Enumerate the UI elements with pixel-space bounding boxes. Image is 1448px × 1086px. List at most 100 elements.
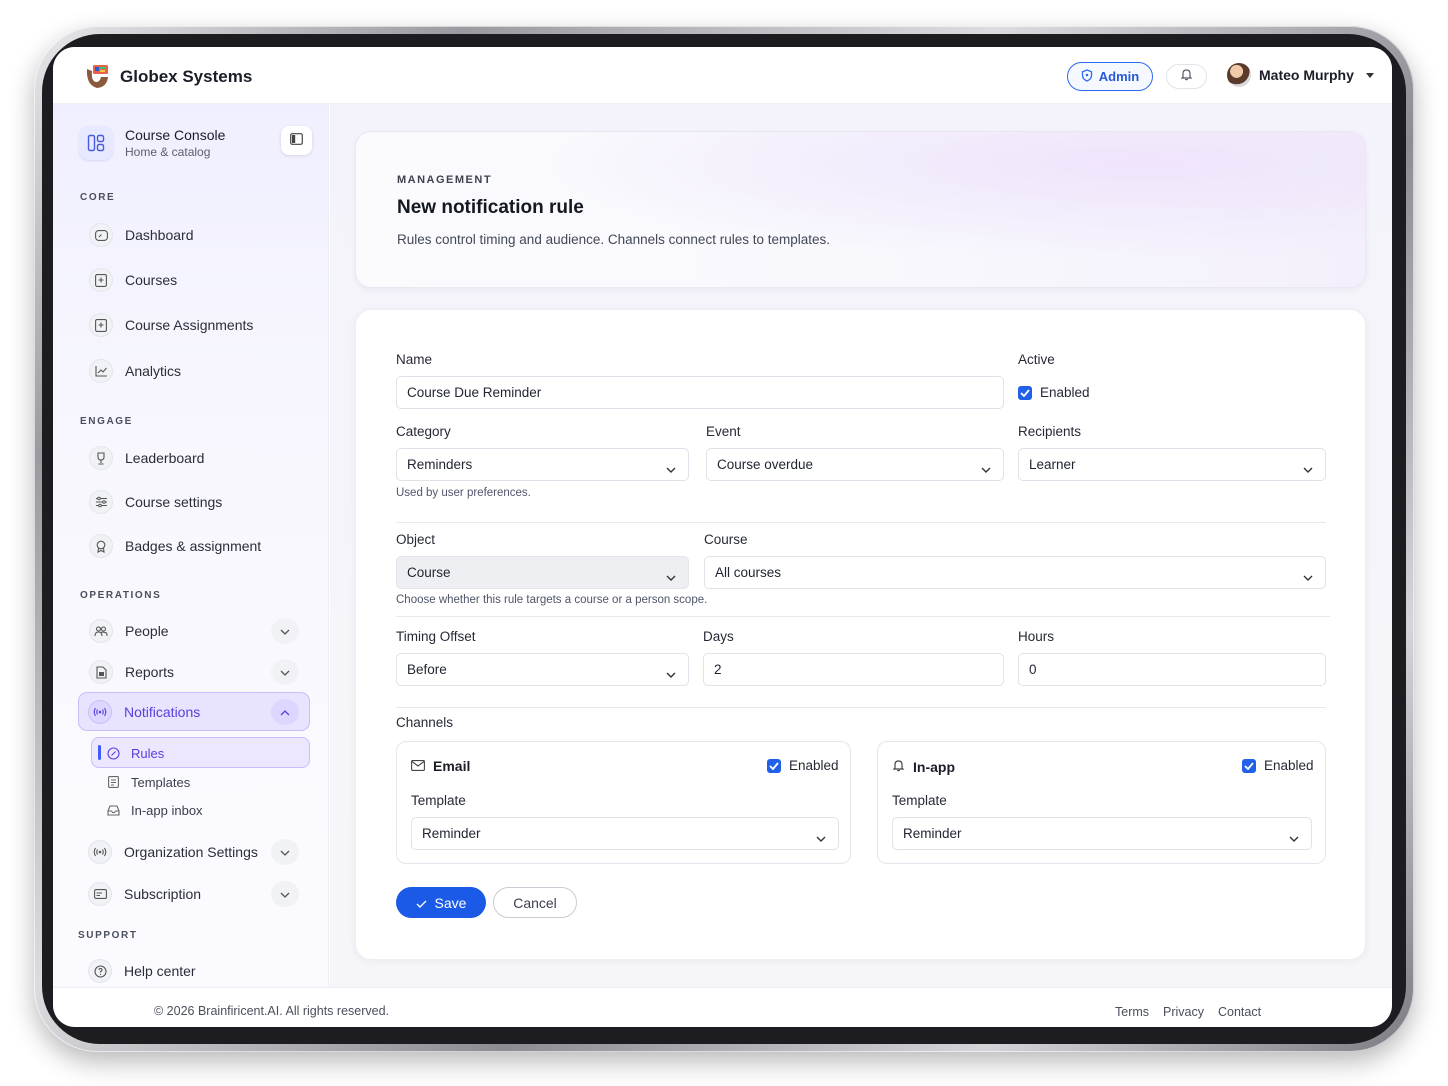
sidebar-item-reports[interactable]: Reports — [89, 659, 174, 685]
category-help: Used by user preferences. — [396, 487, 531, 499]
bell-icon — [892, 758, 905, 775]
user-menu[interactable]: Mateo Murphy — [1227, 63, 1374, 87]
sidebar-item-courses[interactable]: Courses — [89, 267, 177, 293]
checkbox-checked-icon[interactable] — [1242, 758, 1256, 773]
sidebar-item-dashboard[interactable]: Dashboard — [89, 222, 194, 248]
expand-org-settings-button[interactable] — [271, 839, 299, 865]
event-select[interactable]: Course overdue — [706, 448, 1004, 481]
section-label-operations: OPERATIONS — [80, 590, 162, 601]
broadcast-icon — [88, 840, 112, 864]
sub-item-rules[interactable]: Rules — [103, 742, 164, 764]
save-button[interactable]: Save — [396, 887, 486, 918]
help-circle-icon — [88, 959, 112, 983]
active-enabled-text: Enabled — [1040, 385, 1090, 400]
sidebar-toggle-icon — [290, 132, 303, 150]
sidebar-item-subscription[interactable]: Subscription — [88, 881, 201, 907]
days-input[interactable]: 2 — [703, 653, 1004, 686]
chevron-down-icon — [280, 663, 290, 681]
chevron-down-icon — [280, 843, 290, 861]
sidebar-item-notifications[interactable]: Notifications — [88, 699, 200, 725]
sidebar: Course Console Home & catalog CORE Dashb… — [53, 104, 329, 987]
email-enabled-toggle[interactable]: Enabled — [767, 758, 839, 773]
sidebar-item-label: Organization Settings — [124, 844, 258, 860]
sidebar-item-course-settings[interactable]: Course settings — [89, 489, 222, 515]
template-icon — [103, 772, 123, 792]
sidebar-item-course-assignments[interactable]: Course Assignments — [89, 312, 253, 338]
event-value: Course overdue — [717, 457, 814, 472]
checkbox-checked-icon[interactable] — [1018, 385, 1032, 400]
recipients-label: Recipients — [1018, 424, 1082, 439]
sidebar-item-analytics[interactable]: Analytics — [89, 358, 181, 384]
section-label-engage: ENGAGE — [80, 416, 133, 427]
course-value: All courses — [715, 565, 782, 580]
chevron-down-icon — [981, 461, 991, 476]
trophy-icon — [89, 446, 113, 470]
sidebar-item-label: Subscription — [124, 886, 202, 902]
inbox-icon — [103, 800, 123, 820]
sub-item-templates[interactable]: Templates — [103, 771, 190, 793]
email-template-select[interactable]: Reminder — [411, 817, 839, 850]
expand-people-button[interactable] — [271, 618, 299, 644]
brand[interactable]: Globex Systems — [81, 61, 252, 92]
shield-icon — [1081, 68, 1093, 85]
footer-link-terms[interactable]: Terms — [1115, 1005, 1149, 1019]
broadcast-icon — [88, 700, 112, 724]
collapse-notifications-button[interactable] — [271, 699, 299, 725]
admin-label: Admin — [1098, 69, 1140, 84]
timing-label: Timing Offset — [396, 629, 476, 644]
inapp-template-select[interactable]: Reminder — [892, 817, 1312, 850]
name-input[interactable]: Course Due Reminder — [396, 376, 1004, 409]
course-select[interactable]: All courses — [704, 556, 1326, 589]
email-template-value: Reminder — [422, 826, 481, 841]
category-select[interactable]: Reminders — [396, 448, 689, 481]
collapse-sidebar-button[interactable] — [281, 126, 312, 155]
sidebar-item-help-center[interactable]: Help center — [88, 958, 196, 984]
avatar — [1227, 63, 1251, 87]
footer: © 2026 Brainfiricent.AI. All rights rese… — [53, 987, 1392, 1027]
app-screen: Globex Systems Admin Mateo Murphy Course… — [53, 47, 1392, 1027]
chevron-down-icon — [816, 830, 826, 845]
gauge-icon — [89, 223, 113, 247]
sidebar-item-label: Notifications — [124, 704, 201, 720]
console-subtitle: Home & catalog — [125, 144, 211, 159]
sidebar-item-people[interactable]: People — [89, 618, 169, 644]
hours-input[interactable]: 0 — [1018, 653, 1326, 686]
divider — [396, 707, 1326, 708]
inapp-enabled-toggle[interactable]: Enabled — [1242, 758, 1314, 773]
admin-badge-button[interactable]: Admin — [1067, 62, 1153, 91]
sidebar-item-badges[interactable]: Badges & assignment — [89, 533, 261, 559]
timing-select[interactable]: Before — [396, 653, 689, 686]
chevron-down-icon — [1289, 830, 1299, 845]
notifications-button[interactable] — [1166, 64, 1207, 89]
object-select[interactable]: Course — [396, 556, 689, 589]
expand-subscription-button[interactable] — [271, 881, 299, 907]
active-toggle[interactable]: Enabled — [1018, 385, 1090, 400]
console-switcher[interactable]: Course Console Home & catalog — [79, 122, 315, 164]
sidebar-item-label: Course Assignments — [125, 317, 254, 333]
footer-link-contact[interactable]: Contact — [1218, 1005, 1261, 1019]
inapp-template-label: Template — [892, 793, 947, 808]
layout-icon — [79, 126, 113, 160]
sub-item-inapp-inbox[interactable]: In-app inbox — [103, 799, 203, 821]
hours-label: Hours — [1018, 629, 1055, 644]
sidebar-item-label: Courses — [125, 272, 178, 288]
sidebar-item-org-settings[interactable]: Organization Settings — [88, 839, 258, 865]
recipients-select[interactable]: Learner — [1018, 448, 1326, 481]
cancel-button[interactable]: Cancel — [493, 887, 577, 918]
chevron-down-icon — [1303, 569, 1313, 584]
active-label: Active — [1018, 352, 1055, 367]
category-value: Reminders — [407, 457, 473, 472]
cancel-label: Cancel — [513, 894, 557, 911]
caret-down-icon — [1365, 72, 1374, 78]
sub-item-label: Templates — [131, 774, 191, 790]
category-label: Category — [396, 424, 451, 439]
inapp-template-value: Reminder — [903, 826, 962, 841]
footer-link-privacy[interactable]: Privacy — [1163, 1005, 1204, 1019]
inapp-channel-header: In-app — [892, 758, 955, 775]
section-label-core: CORE — [80, 192, 116, 203]
chevron-down-icon — [666, 569, 676, 584]
sidebar-item-leaderboard[interactable]: Leaderboard — [89, 445, 204, 471]
chevron-down-icon — [280, 622, 290, 640]
checkbox-checked-icon[interactable] — [767, 758, 781, 773]
expand-reports-button[interactable] — [271, 659, 299, 685]
